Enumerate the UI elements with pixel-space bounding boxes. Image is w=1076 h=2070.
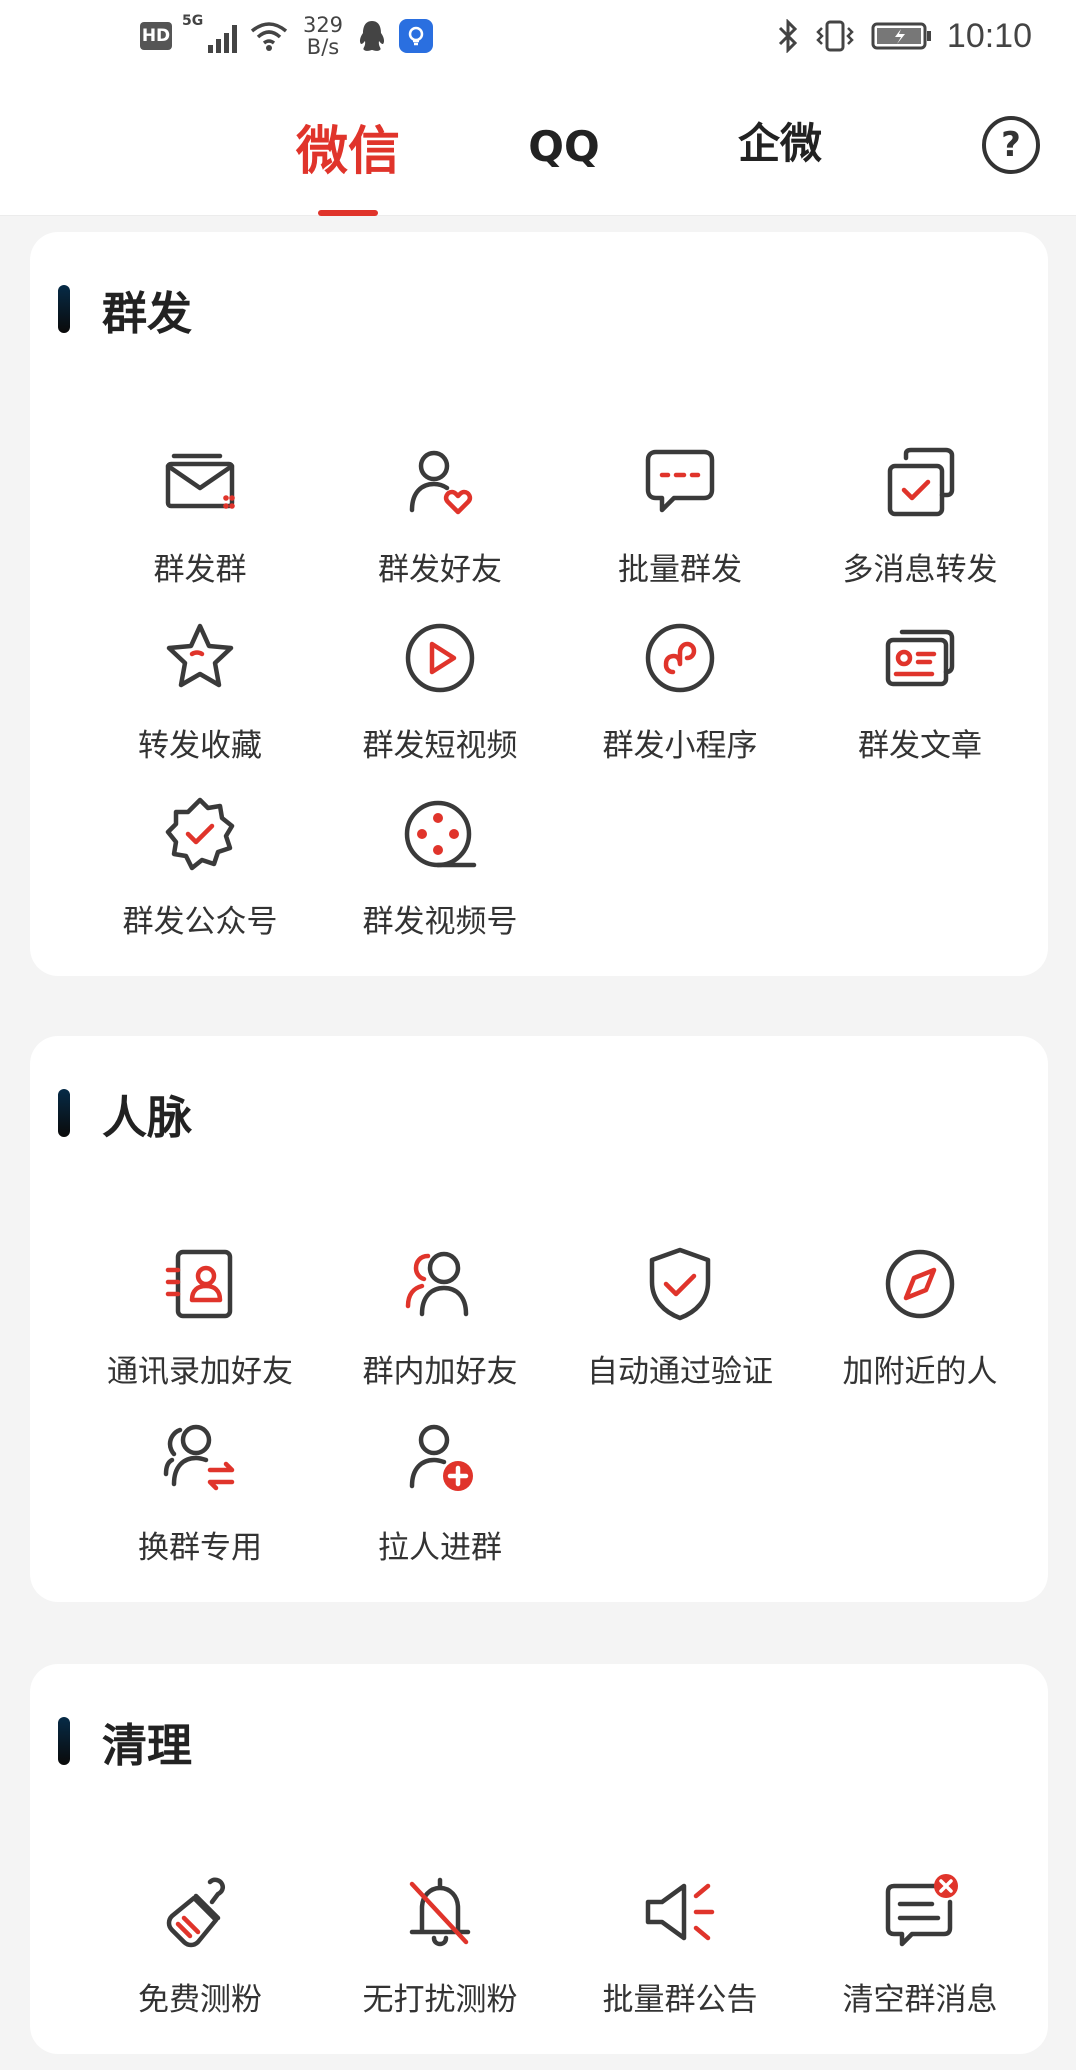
item-group-add-friend[interactable]: 群内加好友: [320, 1234, 560, 1410]
section-title: 清理: [102, 1718, 193, 1772]
user-heart-icon: [409, 450, 473, 515]
status-left: HD 5G 329 B/s: [140, 10, 433, 62]
help-button[interactable]: ?: [982, 116, 1040, 174]
users-icon: [405, 1251, 469, 1317]
active-tab-indicator: [318, 210, 378, 216]
item-label: 群发短视频: [362, 728, 518, 764]
item-label: 批量群发: [618, 552, 742, 588]
clock: 10:10: [946, 16, 1032, 55]
shield-check-icon: [649, 1247, 711, 1321]
section-accent-bar: [58, 1717, 70, 1765]
item-label: 无打扰测粉: [362, 1982, 518, 2018]
contacts-icon: [165, 1249, 233, 1319]
item-free-fan-check[interactable]: 免费测粉: [80, 1862, 320, 2038]
net-speed: 329 B/s: [302, 13, 344, 59]
item-broadcast-official-account[interactable]: 群发公众号: [80, 784, 320, 960]
play-icon: [405, 623, 475, 693]
item-clear-group-messages[interactable]: 清空群消息: [800, 1862, 1040, 2038]
item-contacts-add-friend[interactable]: 通讯录加好友: [80, 1234, 320, 1410]
bluetooth-icon: [778, 19, 798, 53]
item-batch-broadcast[interactable]: 批量群发: [560, 432, 800, 608]
item-group-swap[interactable]: 换群专用: [80, 1410, 320, 1586]
item-broadcast-friends[interactable]: 群发好友: [320, 432, 560, 608]
message-clear-icon: [885, 1874, 958, 1947]
battery-icon: [871, 22, 931, 50]
item-label: 群发小程序: [602, 728, 758, 764]
star-icon: [166, 623, 234, 688]
item-label: 自动通过验证: [587, 1354, 773, 1390]
item-nearby-people[interactable]: 加附近的人: [800, 1234, 1040, 1410]
section-header: 清理: [58, 1716, 192, 1772]
tab-wework[interactable]: 企微: [720, 100, 840, 180]
item-label: 转发收藏: [138, 728, 262, 764]
item-label: 群发视频号: [362, 904, 518, 940]
signal-icon: 5G: [182, 13, 237, 53]
item-silent-fan-check[interactable]: 无打扰测粉: [320, 1862, 560, 2038]
item-broadcast-group[interactable]: 群发群: [80, 432, 320, 608]
item-forward-favorites[interactable]: 转发收藏: [80, 608, 320, 784]
status-right: 10:10: [777, 10, 1032, 62]
user-add-icon: [409, 1424, 473, 1491]
mail-icon: [165, 453, 235, 509]
mini-program-icon: [645, 623, 715, 693]
item-multi-forward[interactable]: 多消息转发: [800, 432, 1040, 608]
section-connections: 人脉 通讯录加好友 群内加好友 自动通过验证 加附近的人 换群专用 拉人进群: [30, 1036, 1048, 1602]
wifi-icon: [250, 22, 288, 51]
item-batch-group-announcement[interactable]: 批量群公告: [560, 1862, 800, 2038]
item-broadcast-channels[interactable]: 群发视频号: [320, 784, 560, 960]
item-label: 通讯录加好友: [107, 1354, 293, 1390]
item-label: 换群专用: [138, 1530, 262, 1566]
item-label: 清空群消息: [842, 1982, 998, 2018]
section-header: 群发: [58, 284, 192, 340]
hd-badge: HD: [140, 22, 172, 50]
item-label: 群发好友: [378, 552, 502, 588]
top-tab-bar: 微信 QQ 企微 ?: [0, 70, 1076, 216]
user-swap-icon: [163, 1424, 235, 1491]
chat-bubble-icon: [645, 449, 715, 513]
tab-wechat[interactable]: 微信: [280, 106, 416, 186]
vibrate-icon: [816, 20, 854, 52]
item-label: 拉人进群: [378, 1530, 502, 1566]
item-broadcast-short-video[interactable]: 群发短视频: [320, 608, 560, 784]
item-label: 加附近的人: [842, 1354, 998, 1390]
section-title: 人脉: [102, 1090, 193, 1144]
compass-icon: [885, 1249, 955, 1319]
film-reel-icon: [404, 800, 477, 868]
item-label: 群发群: [153, 552, 247, 588]
item-label: 批量群公告: [602, 1982, 758, 2018]
section-title: 群发: [102, 286, 193, 340]
item-broadcast-mini-program[interactable]: 群发小程序: [560, 608, 800, 784]
item-label: 免费测粉: [138, 1982, 262, 2018]
tab-qq[interactable]: QQ: [508, 106, 620, 186]
section-broadcast: 群发 群发群 群发好友 批量群发 多消息转发 转发收藏 群发短视频 群发小程序 …: [30, 232, 1048, 976]
item-label: 群内加好友: [362, 1354, 518, 1390]
item-label: 群发文章: [858, 728, 982, 764]
multi-message-icon: [887, 447, 955, 517]
section-header: 人脉: [58, 1088, 192, 1144]
item-invite-to-group[interactable]: 拉人进群: [320, 1410, 560, 1586]
app-notification-icon: [399, 19, 433, 53]
section-accent-bar: [58, 285, 70, 333]
item-label: 多消息转发: [842, 552, 998, 588]
item-label: 群发公众号: [122, 904, 278, 940]
bell-off-icon: [409, 1877, 471, 1947]
section-accent-bar: [58, 1089, 70, 1137]
megaphone-icon: [645, 1883, 715, 1941]
badge-check-icon: [165, 797, 235, 871]
section-cleanup: 清理 免费测粉 无打扰测粉 批量群公告 清空群消息: [30, 1664, 1048, 2054]
item-auto-accept[interactable]: 自动通过验证: [560, 1234, 800, 1410]
status-bar: HD 5G 329 B/s 10:10: [0, 0, 1076, 70]
qq-penguin-icon: [359, 21, 385, 51]
article-icon: [885, 629, 955, 687]
brush-icon: [166, 1877, 226, 1948]
item-broadcast-article[interactable]: 群发文章: [800, 608, 1040, 784]
